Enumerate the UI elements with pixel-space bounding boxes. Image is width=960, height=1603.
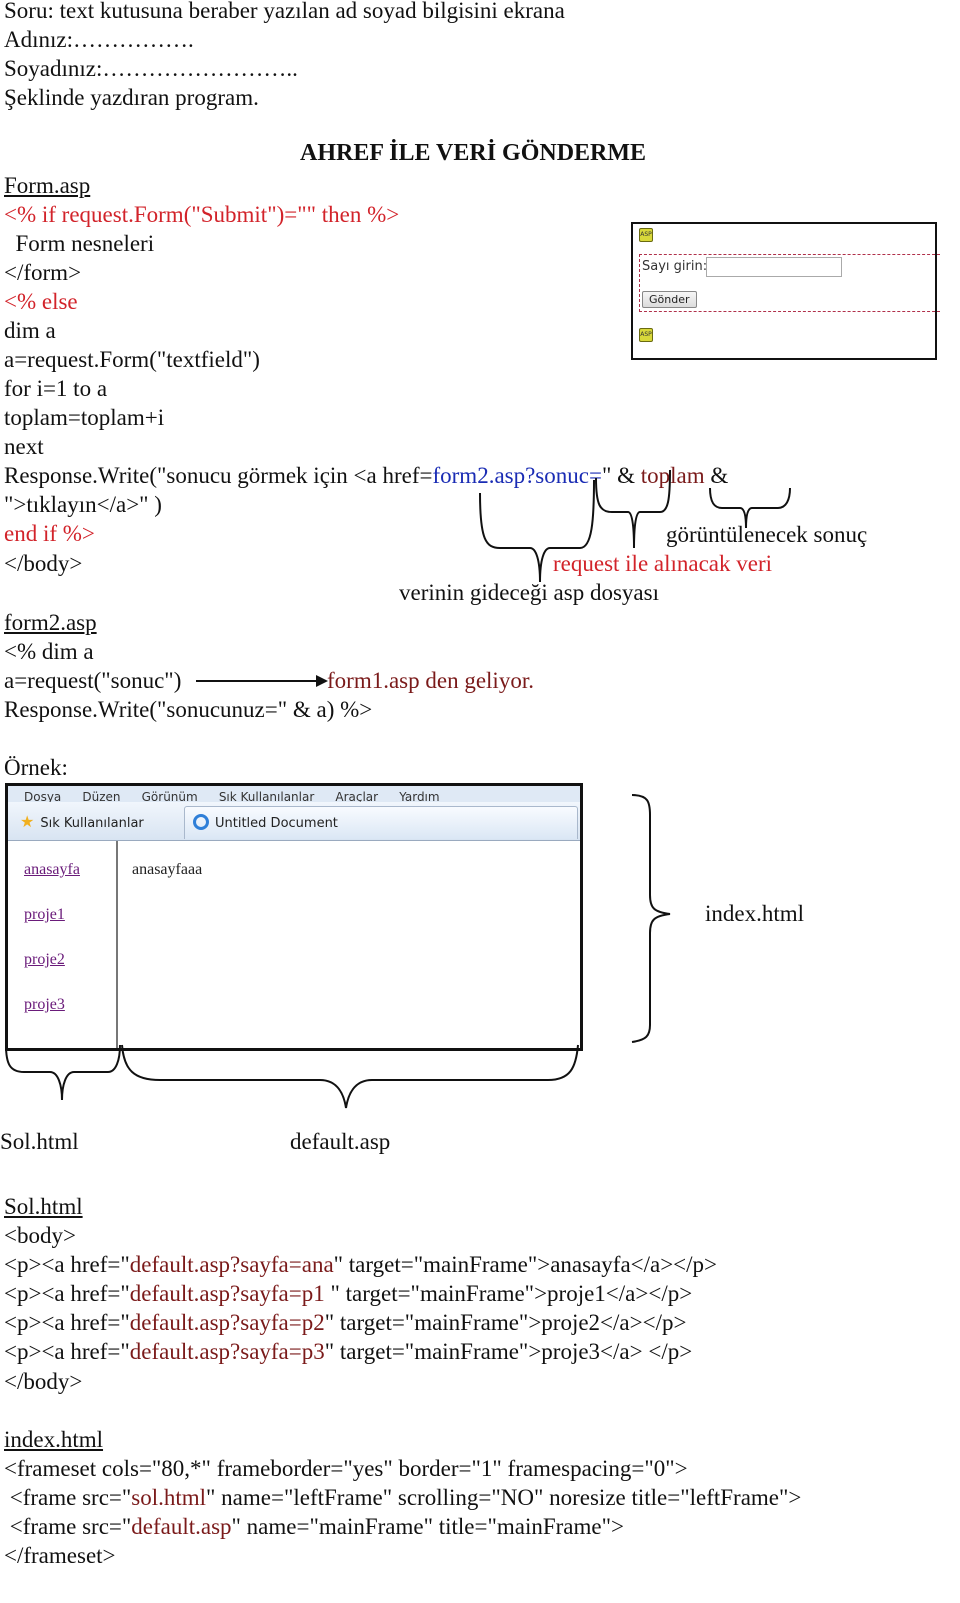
brace-sol xyxy=(5,1044,121,1101)
brace-target-file xyxy=(479,479,595,583)
brace-result xyxy=(709,487,791,529)
arrow-head-icon xyxy=(316,675,328,687)
annotation-overlay xyxy=(5,469,791,1109)
brace-request-data xyxy=(595,469,671,549)
brace-index xyxy=(631,794,671,1043)
brace-default xyxy=(121,1044,579,1109)
